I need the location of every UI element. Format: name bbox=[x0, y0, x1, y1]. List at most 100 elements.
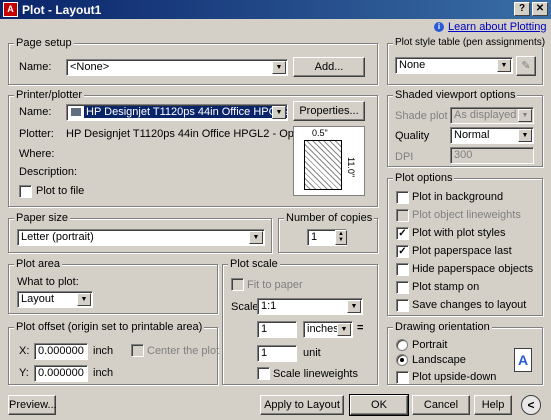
preview-height-label: 11.0" bbox=[346, 157, 356, 178]
plot-option-checkbox[interactable]: ✓ bbox=[396, 227, 409, 240]
plot-scale-group: Plot scale Fit to paper Scale: 1:1 ▼ 1 i… bbox=[222, 258, 378, 385]
copies-spinner[interactable]: ▲ ▼ bbox=[335, 230, 347, 245]
plot-offset-group: Plot offset (origin set to printable are… bbox=[8, 321, 220, 385]
chevron-down-icon[interactable]: ▼ bbox=[77, 293, 91, 306]
dpi-input[interactable]: 300 bbox=[450, 147, 534, 164]
plot-option-checkbox[interactable] bbox=[396, 263, 409, 276]
learn-about-plotting-link[interactable]: Learn about Plotting bbox=[448, 21, 546, 33]
title-bar: A Plot - Layout1 ? ✕ bbox=[0, 0, 551, 19]
scale-lineweights-checkbox[interactable] bbox=[257, 367, 270, 380]
page-setup-legend: Page setup bbox=[14, 37, 74, 49]
paper-preview: 0.5" 11.0" bbox=[293, 126, 365, 196]
close-window-button[interactable]: ✕ bbox=[532, 2, 548, 16]
scale-value: 1:1 bbox=[261, 300, 277, 312]
plot-to-file-label: Plot to file bbox=[36, 185, 85, 197]
edit-plot-style-button[interactable]: ✎ bbox=[516, 56, 536, 76]
plot-to-file-checkbox[interactable] bbox=[19, 185, 32, 198]
help-title-button[interactable]: ? bbox=[514, 2, 530, 16]
chevron-down-icon[interactable]: ▼ bbox=[497, 59, 511, 72]
info-icon: i bbox=[434, 22, 444, 32]
window-title: Plot - Layout1 bbox=[22, 3, 102, 17]
center-plot-checkbox[interactable] bbox=[131, 344, 144, 357]
printer-value: HP Designjet T1120ps 44in Office HPGL2 bbox=[84, 106, 287, 118]
y-offset-unit: inch bbox=[93, 367, 114, 379]
quality-value: Normal bbox=[454, 129, 490, 141]
add-page-setup-button[interactable]: Add... bbox=[293, 57, 365, 77]
units-select[interactable]: inches ▼ bbox=[303, 321, 353, 338]
page-setup-name-label: Name: bbox=[19, 61, 52, 73]
properties-button[interactable]: Properties... bbox=[293, 101, 365, 121]
plot-offset-legend: Plot offset (origin set to printable are… bbox=[14, 321, 205, 333]
printer-icon bbox=[70, 107, 82, 117]
plot-style-value: None bbox=[399, 59, 426, 71]
paper-size-select[interactable]: Letter (portrait) ▼ bbox=[17, 229, 265, 246]
what-to-plot-label: What to plot: bbox=[17, 276, 79, 288]
plot-option-checkbox[interactable]: ✓ bbox=[396, 245, 409, 258]
chevron-down-icon[interactable]: ▼ bbox=[249, 231, 263, 244]
plot-scale-legend: Plot scale bbox=[228, 258, 280, 270]
scale-select[interactable]: 1:1 ▼ bbox=[257, 298, 363, 315]
plot-option-checkbox[interactable] bbox=[396, 191, 409, 204]
landscape-radio[interactable] bbox=[396, 354, 408, 366]
plot-option-checkbox[interactable] bbox=[396, 281, 409, 294]
units-value: inches bbox=[307, 323, 339, 335]
center-plot-label: Center the plot bbox=[147, 345, 220, 357]
paper-size-value: Letter (portrait) bbox=[21, 231, 94, 243]
equals-sign: = bbox=[357, 322, 364, 334]
preview-width-label: 0.5" bbox=[312, 128, 328, 138]
more-options-toggle-icon[interactable]: < bbox=[521, 395, 541, 415]
chevron-down-icon[interactable]: ▼ bbox=[272, 61, 286, 74]
what-to-plot-select[interactable]: Layout ▼ bbox=[17, 291, 93, 308]
x-offset-unit: inch bbox=[93, 345, 114, 357]
shade-plot-select[interactable]: As displayed ▼ bbox=[450, 107, 534, 124]
printer-name-label: Name: bbox=[19, 106, 52, 118]
portrait-radio[interactable] bbox=[396, 339, 408, 351]
plot-style-legend: Plot style table (pen assignments) bbox=[393, 37, 548, 48]
copies-legend: Number of copies bbox=[284, 212, 375, 224]
plot-option-label: Plot stamp on bbox=[412, 281, 480, 293]
chevron-down-icon[interactable]: ▼ bbox=[337, 323, 351, 336]
preview-button[interactable]: Preview... bbox=[8, 395, 57, 415]
plot-option-label: Plot in background bbox=[412, 191, 504, 203]
cancel-button[interactable]: Cancel bbox=[412, 395, 470, 415]
dpi-label: DPI bbox=[395, 151, 414, 163]
x-offset-label: X: bbox=[19, 345, 30, 357]
apply-to-layout-button[interactable]: Apply to Layout bbox=[260, 395, 344, 415]
page-setup-group: Page setup Name: <None> ▼ Add... bbox=[8, 37, 378, 85]
unit-label: unit bbox=[303, 347, 321, 359]
quality-select[interactable]: Normal ▼ bbox=[450, 127, 534, 144]
description-label: Description: bbox=[19, 166, 78, 178]
fit-to-paper-checkbox[interactable] bbox=[231, 278, 244, 291]
chevron-down-icon[interactable]: ▼ bbox=[518, 129, 532, 142]
page-setup-select[interactable]: <None> ▼ bbox=[66, 59, 288, 76]
printer-legend: Printer/plotter bbox=[14, 89, 85, 101]
plot-option-checkbox[interactable] bbox=[396, 299, 409, 312]
chevron-down-icon[interactable]: ▼ bbox=[518, 109, 532, 122]
plot-option-checkbox[interactable] bbox=[396, 209, 409, 222]
quality-label: Quality bbox=[395, 130, 430, 142]
chevron-down-icon[interactable]: ▼ bbox=[272, 106, 286, 119]
plot-option-label: Save changes to layout bbox=[412, 299, 527, 311]
paper-preview-sheet bbox=[304, 140, 342, 190]
scale-value2-input[interactable]: 1 bbox=[257, 345, 297, 362]
ok-button[interactable]: OK bbox=[349, 394, 409, 416]
shade-plot-label: Shade plot bbox=[395, 110, 448, 122]
orientation-legend: Drawing orientation bbox=[393, 321, 492, 333]
printer-select[interactable]: HP Designjet T1120ps 44in Office HPGL2 ▼ bbox=[66, 104, 288, 121]
plot-upside-down-label: Plot upside-down bbox=[412, 371, 497, 383]
plot-style-select[interactable]: None ▼ bbox=[395, 57, 513, 74]
x-offset-input[interactable]: 0.000000 bbox=[34, 343, 88, 360]
scale-value1-input[interactable]: 1 bbox=[257, 321, 297, 338]
paper-size-legend: Paper size bbox=[14, 212, 70, 224]
drawing-orientation-group: Drawing orientation Portrait Landscape P… bbox=[387, 321, 543, 385]
y-offset-input[interactable]: 0.000000 bbox=[34, 365, 88, 382]
help-button[interactable]: Help bbox=[474, 395, 512, 415]
plotter-label: Plotter: bbox=[19, 128, 54, 140]
plot-upside-down-checkbox[interactable] bbox=[396, 371, 409, 384]
plot-area-legend: Plot area bbox=[14, 258, 63, 270]
chevron-down-icon[interactable]: ▼ bbox=[347, 300, 361, 313]
plot-option-label: Plot paperspace last bbox=[412, 245, 512, 257]
landscape-label: Landscape bbox=[412, 354, 466, 366]
plot-option-label: Plot object lineweights bbox=[412, 209, 521, 221]
printer-plotter-group: Printer/plotter Name: HP Designjet T1120… bbox=[8, 89, 378, 207]
